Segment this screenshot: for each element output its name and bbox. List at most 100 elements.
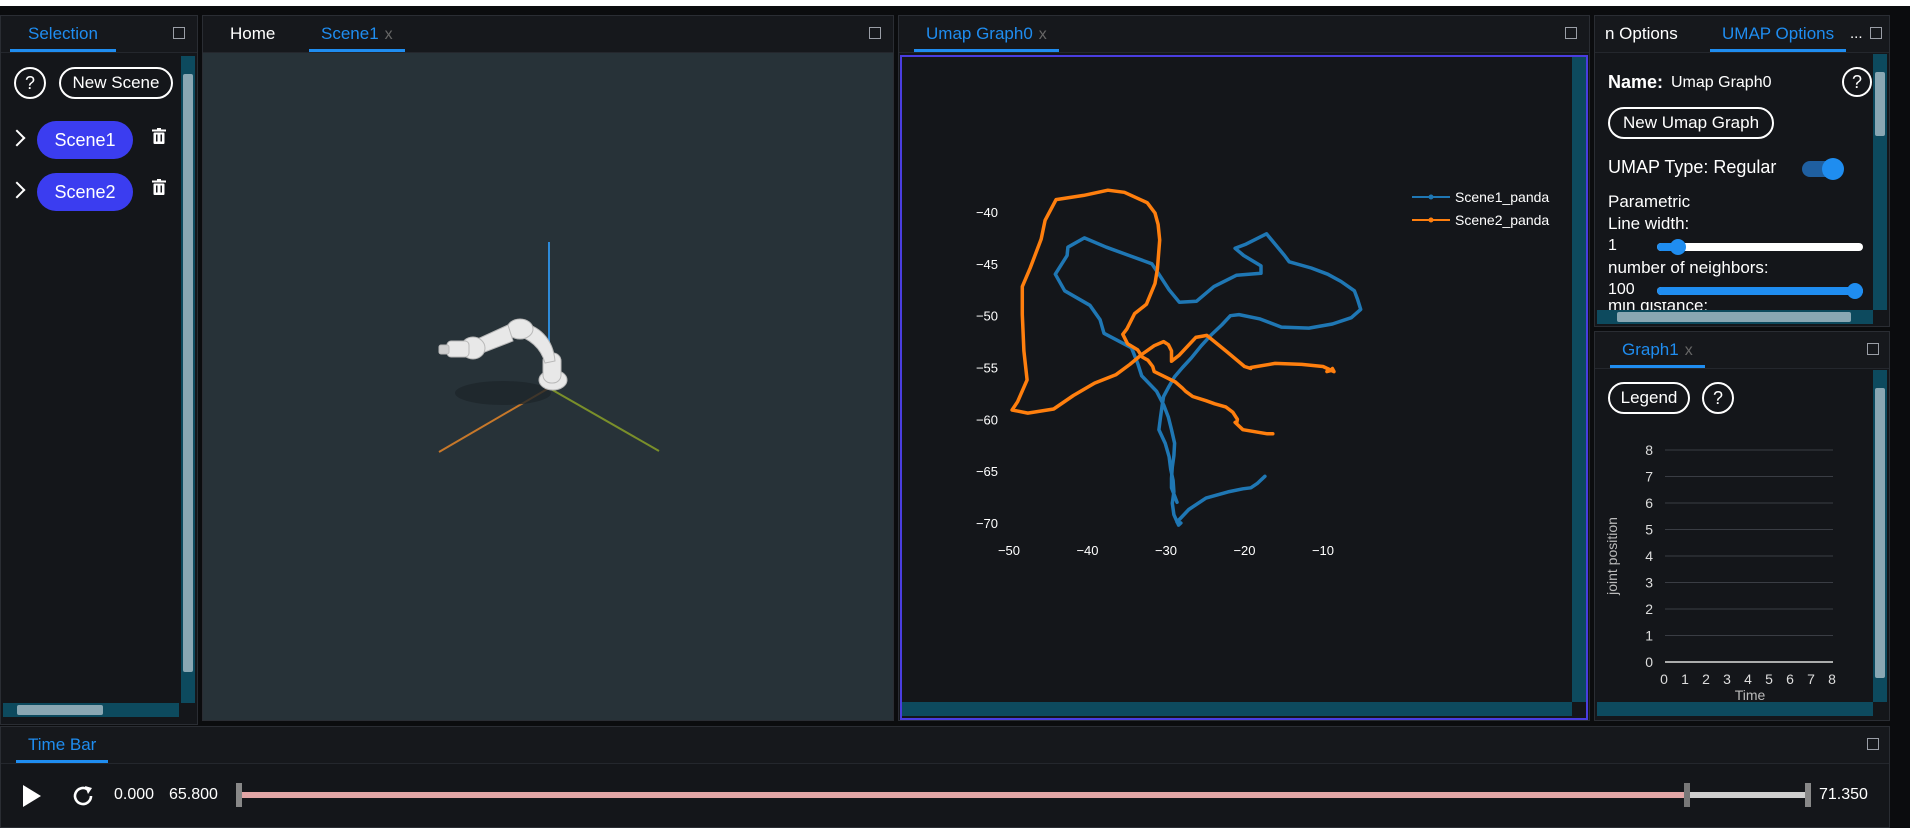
tab-n-options[interactable]: n Options [1605,16,1678,52]
maximize-icon[interactable] [1867,343,1879,355]
y-tick-label: 3 [1645,575,1653,591]
trash-icon[interactable] [152,179,166,195]
line-width-slider[interactable] [1657,239,1863,255]
scrollbar-thumb[interactable] [1875,72,1885,136]
timebar-tabbar: Time Bar [1,727,1889,764]
end-handle[interactable] [1805,783,1811,807]
vertical-scrollbar[interactable] [181,56,195,703]
help-button[interactable]: ? [1702,382,1734,414]
x-tick-label: 3 [1723,671,1731,687]
x-tick-label: 7 [1807,671,1815,687]
umap-options-panel: n Options UMAP Options ... Name: Umap Gr… [1594,15,1890,327]
vertical-scrollbar[interactable] [1873,370,1887,702]
x-tick-label: 2 [1702,671,1710,687]
horizontal-scrollbar[interactable] [3,703,179,717]
viewport-panel: Home Scene1 x [202,15,894,721]
horizontal-scrollbar[interactable] [902,702,1572,716]
close-icon[interactable]: x [385,26,393,43]
slider-knob[interactable] [1847,283,1863,299]
y-axis [548,387,660,452]
start-handle[interactable] [236,783,242,807]
x-tick-label: −30 [1155,543,1177,558]
time-progress [239,792,1687,798]
x-tick-label: 1 [1681,671,1689,687]
replay-icon[interactable] [71,784,95,808]
horizontal-scrollbar[interactable] [1597,310,1873,324]
tab-umap-graph0[interactable]: Umap Graph0 x [914,16,1059,52]
neighbors-slider[interactable] [1657,283,1863,299]
selection-tabbar: Selection [1,16,197,53]
y-tick-label: 7 [1645,469,1653,485]
umap-plot[interactable]: −50 −40 −30 −20 −10 −40 −45 −50 −55 −60 −65 −70 Scen… [902,57,1572,702]
x-tick-label: −50 [998,543,1020,558]
y-axis-label: joint position [1604,517,1620,596]
slider-track [1657,243,1863,251]
help-button[interactable]: ? [14,67,46,99]
y-tick-label: 4 [1645,548,1653,564]
umap-type-label: UMAP Type: Regular [1608,157,1777,177]
close-icon[interactable]: x [1685,342,1693,359]
joint-position-chart[interactable]: 0123456780 1 2 3 4 5 6 7 8Timejoint position [1595,420,1873,702]
chevron-right-icon[interactable] [8,181,26,199]
y-tick-label: −45 [976,257,998,272]
maximize-icon[interactable] [1867,738,1879,750]
x-tick-label: −40 [1076,543,1098,558]
window-top-strip [0,0,1910,6]
start-time: 0.000 [114,786,155,803]
toggle-knob [1822,158,1844,180]
maximize-icon[interactable] [1870,27,1882,39]
maximize-icon[interactable] [869,27,881,39]
vertical-scrollbar[interactable] [1873,54,1887,310]
chevron-right-icon[interactable] [8,129,26,147]
umap-graph-panel: Umap Graph0 x −50 −40 −30 −20 −10 −40 −45 −50 −55… [898,15,1590,721]
neighbors-value: 100 [1608,281,1635,298]
legend-button[interactable]: Legend [1608,382,1690,414]
scrollbar-thumb[interactable] [1875,388,1885,678]
new-umap-graph-button[interactable]: New Umap Graph [1608,107,1774,139]
scrollbar-thumb[interactable] [183,74,193,672]
y-tick-label: 1 [1645,628,1653,644]
y-tick-label: 6 [1645,495,1653,511]
legend-marker [1428,194,1434,200]
line-width-label: Line width: [1608,214,1690,233]
slider-fill [1657,287,1863,295]
scene-button-scene2[interactable]: Scene2 [37,173,133,211]
y-tick-label: −55 [976,361,998,376]
scene-button-scene1[interactable]: Scene1 [37,121,133,159]
tab-scene1-label: Scene1 [321,24,379,43]
maximize-icon[interactable] [1565,27,1577,39]
x-tick-label: 4 [1744,671,1752,687]
scrollbar-thumb[interactable] [17,705,103,715]
x-tick-label: −10 [1312,543,1334,558]
scrollbar-thumb[interactable] [1617,312,1851,322]
current-time: 65.800 [169,786,218,803]
tab-overflow[interactable]: ... [1850,16,1863,52]
robot-scene-3d[interactable] [203,53,893,721]
close-icon[interactable]: x [1039,26,1047,43]
tab-scene1[interactable]: Scene1 x [309,16,405,52]
tab-selection[interactable]: Selection [10,16,116,52]
tab-umap-options[interactable]: UMAP Options [1710,16,1847,52]
name-label: Name: [1608,72,1664,92]
line-width-value: 1 [1608,237,1617,254]
maximize-icon[interactable] [173,27,185,39]
current-handle[interactable] [1683,783,1690,807]
tab-timebar[interactable]: Time Bar [16,727,109,763]
vertical-scrollbar[interactable] [1572,57,1586,702]
tab-home[interactable]: Home [230,16,275,52]
slider-knob[interactable] [1669,239,1686,255]
x-axis-label: Time [1735,687,1766,702]
play-icon[interactable] [21,784,43,808]
trash-icon[interactable] [152,128,166,144]
legend-label: Scene2_panda [1455,212,1549,228]
tab-graph1[interactable]: Graph1 x [1610,332,1705,368]
y-tick-label: 0 [1645,654,1653,670]
new-scene-button[interactable]: New Scene [59,67,173,99]
time-slider[interactable] [236,783,1811,807]
name-value: Umap Graph0 [1671,74,1772,91]
horizontal-scrollbar[interactable] [1597,702,1873,716]
help-button[interactable]: ? [1842,67,1872,97]
tab-home-label: Home [230,24,276,43]
tab-timebar-label: Time Bar [28,735,97,754]
umap-type-toggle[interactable] [1802,158,1844,180]
